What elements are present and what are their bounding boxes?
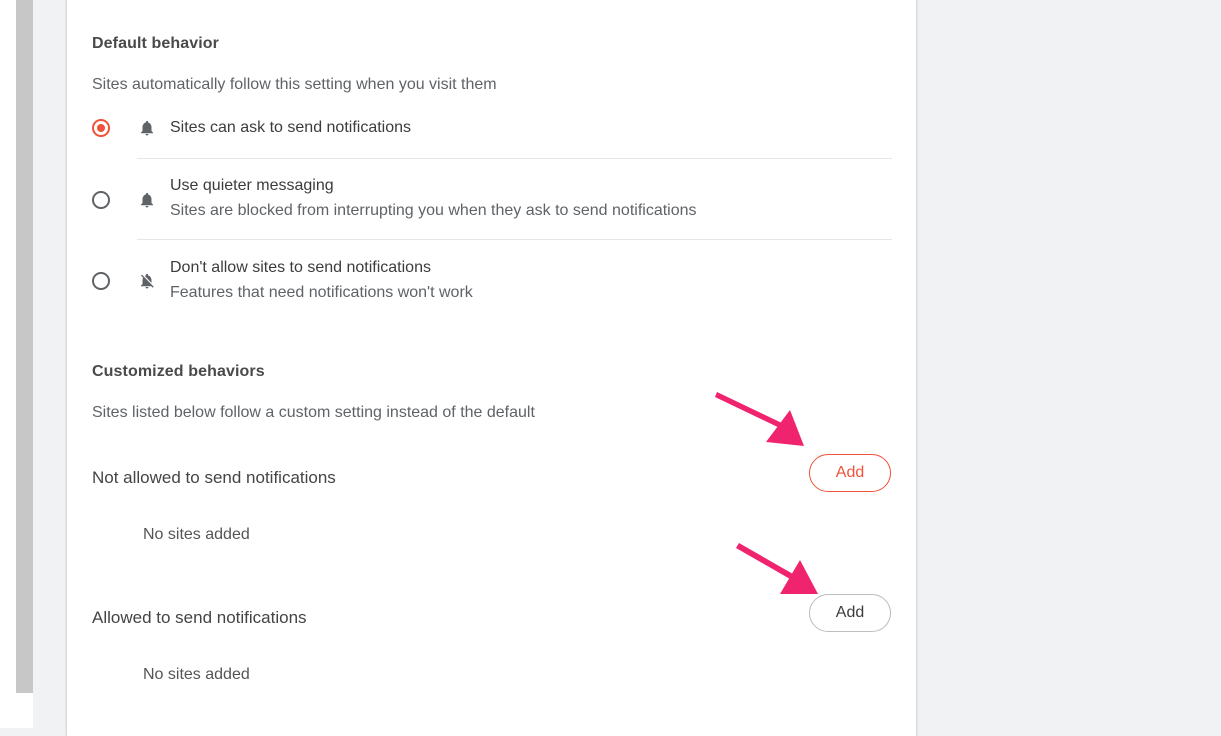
left-gutter bbox=[0, 0, 16, 728]
add-not-allowed-button[interactable]: Add bbox=[809, 454, 891, 492]
option-quieter-messaging-sublabel: Sites are blocked from interrupting you … bbox=[170, 202, 697, 219]
default-behavior-title: Default behavior bbox=[92, 35, 219, 52]
radio-quieter-messaging[interactable] bbox=[92, 191, 110, 209]
customized-behaviors-title: Customized behaviors bbox=[92, 363, 265, 380]
bell-icon bbox=[138, 119, 156, 137]
add-allowed-button[interactable]: Add bbox=[809, 594, 891, 632]
option-dont-allow-label: Don't allow sites to send notifications bbox=[170, 259, 431, 276]
default-behavior-description: Sites automatically follow this setting … bbox=[92, 76, 497, 93]
divider bbox=[137, 158, 892, 159]
option-ask-to-send-label: Sites can ask to send notifications bbox=[170, 119, 412, 136]
option-dont-allow-sublabel: Features that need notifications won't w… bbox=[170, 284, 473, 301]
option-ask-to-send[interactable]: Sites can ask to send notifications bbox=[92, 113, 892, 143]
option-quieter-messaging-label: Use quieter messaging bbox=[170, 177, 334, 194]
radio-dont-allow[interactable] bbox=[92, 272, 110, 290]
allowed-empty-text: No sites added bbox=[143, 666, 250, 683]
allowed-list-label: Allowed to send notifications bbox=[92, 608, 307, 627]
not-allowed-empty-text: No sites added bbox=[143, 526, 250, 543]
arrow-to-first-add-icon bbox=[715, 392, 804, 446]
bell-icon bbox=[138, 191, 156, 209]
radio-ask-to-send[interactable] bbox=[92, 119, 110, 137]
scrollbar-track[interactable] bbox=[16, 693, 33, 728]
arrow-to-second-add-icon bbox=[736, 543, 818, 594]
bell-off-icon bbox=[138, 272, 156, 290]
scrollbar-thumb[interactable] bbox=[16, 0, 33, 693]
customized-behaviors-description: Sites listed below follow a custom setti… bbox=[92, 404, 535, 421]
option-dont-allow[interactable]: Don't allow sites to send notifications … bbox=[92, 256, 892, 306]
annotation-arrows bbox=[715, 392, 818, 594]
divider bbox=[137, 239, 892, 240]
option-quieter-messaging[interactable]: Use quieter messaging Sites are blocked … bbox=[92, 174, 892, 224]
settings-card: Default behavior Sites automatically fol… bbox=[67, 0, 916, 736]
not-allowed-list-label: Not allowed to send notifications bbox=[92, 468, 336, 487]
